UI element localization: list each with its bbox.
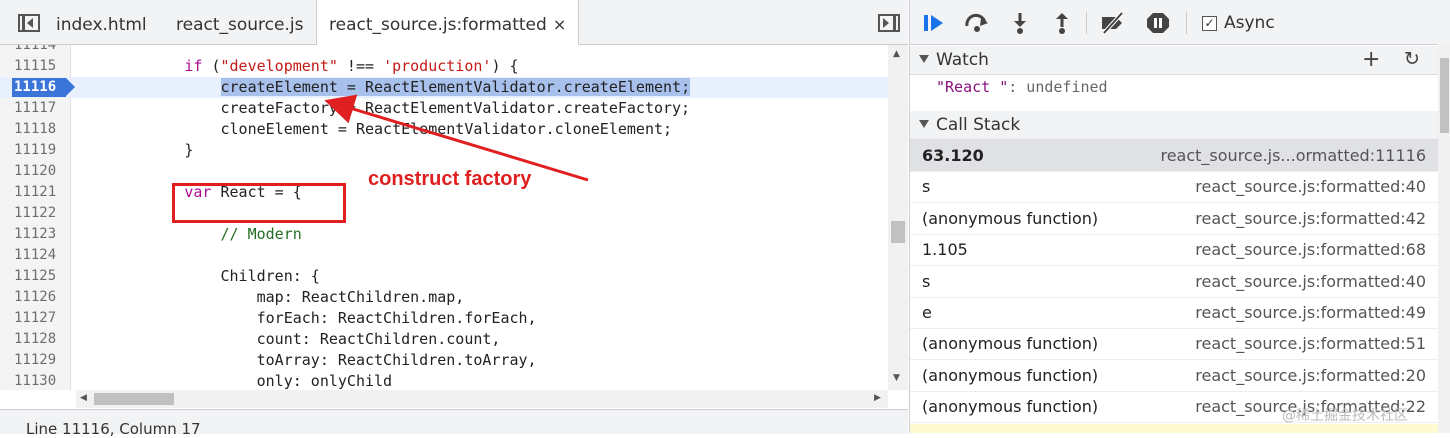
watch-expression-name: "React " xyxy=(936,78,1009,96)
callstack-frame[interactable]: (anonymous function) react_source.js:form… xyxy=(910,360,1438,392)
watch-expression[interactable]: "React ": undefined xyxy=(936,78,1108,96)
frame-function: (anonymous function) xyxy=(922,334,1099,354)
frame-function: (anonymous function) xyxy=(922,365,1099,385)
callstack-frame[interactable]: (anonymous function) react_source.js:form… xyxy=(910,328,1438,361)
step-into-icon[interactable] xyxy=(1008,12,1032,34)
frame-location[interactable]: react_source.js:formatted:68 xyxy=(1195,240,1426,259)
add-watch-icon[interactable]: + xyxy=(1362,47,1380,72)
debugger-toolbar: ✓ Async xyxy=(910,0,1450,45)
callstack-title: Call Stack xyxy=(936,115,1021,135)
frame-function: (anonymous function) xyxy=(922,397,1099,417)
frame-function: (anonymous function) xyxy=(922,208,1099,228)
async-checkbox[interactable]: ✓ xyxy=(1202,16,1217,31)
callstack-frame[interactable]: 63.120 react_source.js...ormatted:11116 xyxy=(910,140,1438,172)
callstack-frame[interactable]: (anonymous function) react_source.js:form… xyxy=(910,203,1438,235)
frame-location[interactable]: react_source.js:formatted:42 xyxy=(1195,209,1426,228)
sources-panel: index.html react_source.js react_source.… xyxy=(0,0,908,438)
frame-location[interactable]: react_source.js:formatted:40 xyxy=(1195,272,1426,291)
frame-function: s xyxy=(922,271,931,291)
debugger-sidebar: ✓ Async Watch + ↻ "React ": undefined Ca… xyxy=(909,0,1450,433)
refresh-watch-icon[interactable]: ↻ xyxy=(1404,48,1420,70)
resume-icon[interactable] xyxy=(922,12,946,34)
scope-section-strip xyxy=(910,424,1438,433)
watch-title: Watch xyxy=(936,50,989,70)
frame-location[interactable]: react_source.js:formatted:20 xyxy=(1195,366,1426,385)
frame-location[interactable]: react_source.js:formatted:40 xyxy=(1195,177,1426,196)
annotation-arrow xyxy=(324,94,589,182)
watermark: @稀土掘金技术社区 xyxy=(1282,408,1408,424)
callstack-frame[interactable]: 1.105 react_source.js:formatted:68 xyxy=(910,234,1438,267)
step-over-icon[interactable] xyxy=(964,12,988,34)
scrollbar-thumb[interactable] xyxy=(1440,58,1449,133)
frame-function: 63.120 xyxy=(922,146,984,165)
expand-caret-icon xyxy=(919,55,929,63)
pause-on-exceptions-icon[interactable] xyxy=(1146,12,1170,34)
async-label: Async xyxy=(1224,13,1275,33)
frame-function: s xyxy=(922,177,931,197)
callstack-frame[interactable]: s react_source.js:formatted:40 xyxy=(910,266,1438,298)
deactivate-breakpoints-icon[interactable] xyxy=(1100,11,1124,35)
sidebar-scrollbar[interactable] xyxy=(1438,44,1450,433)
callstack-section-header[interactable]: Call Stack xyxy=(910,111,1438,140)
annotation-label: construct factory xyxy=(368,168,532,190)
watch-section-header[interactable]: Watch + ↻ xyxy=(910,46,1438,75)
toolbar-separator xyxy=(1186,12,1187,34)
callstack-frame[interactable]: e react_source.js:formatted:49 xyxy=(910,297,1438,329)
step-out-icon[interactable] xyxy=(1050,12,1074,34)
frame-location[interactable]: react_source.js:formatted:49 xyxy=(1195,303,1426,322)
frame-function: 1.105 xyxy=(922,240,968,260)
toolbar-separator xyxy=(1086,12,1087,34)
frame-location[interactable]: react_source.js...ormatted:11116 xyxy=(1160,146,1426,165)
expand-caret-icon xyxy=(919,120,929,128)
callstack-frame[interactable]: s react_source.js:formatted:40 xyxy=(910,171,1438,204)
frame-location[interactable]: react_source.js:formatted:51 xyxy=(1195,334,1426,353)
frame-function: e xyxy=(922,303,932,322)
watch-expression-value: : undefined xyxy=(1008,78,1108,96)
